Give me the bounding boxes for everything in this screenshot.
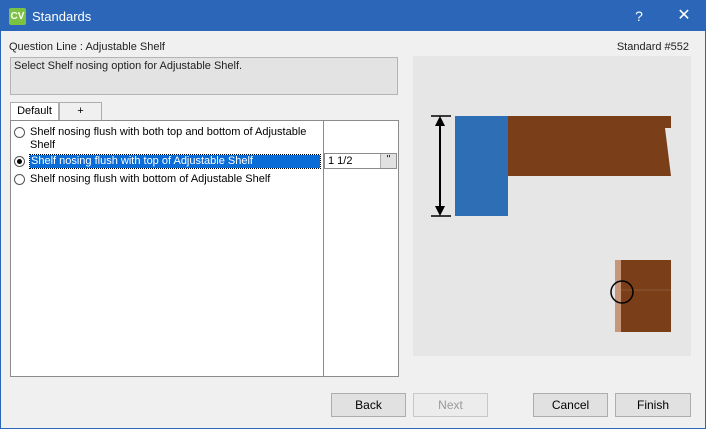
help-button[interactable]: ?	[625, 1, 653, 31]
arrow-bottom-icon	[435, 206, 445, 216]
option-flush-top[interactable]: Shelf nosing flush with top of Adjustabl…	[13, 154, 321, 169]
tab-default[interactable]: Default	[10, 102, 59, 122]
tab-add[interactable]: +	[59, 102, 102, 121]
option-flush-bottom[interactable]: Shelf nosing flush with bottom of Adjust…	[13, 173, 318, 186]
arrow-top-icon	[435, 116, 445, 126]
option-label: Shelf nosing flush with both top and bot…	[30, 126, 307, 151]
preview-panel	[413, 56, 691, 356]
shelf-detail	[621, 260, 671, 332]
finish-button[interactable]: Finish	[615, 393, 691, 417]
back-button[interactable]: Back	[331, 393, 406, 417]
option-label: Shelf nosing flush with bottom of Adjust…	[30, 173, 271, 185]
shelf-edge-detail	[615, 260, 621, 332]
option-flush-both[interactable]: Shelf nosing flush with both top and bot…	[13, 126, 318, 152]
cancel-button[interactable]: Cancel	[533, 393, 608, 417]
shelf-nosing	[455, 116, 508, 216]
question-line-label: Question Line : Adjustable Shelf	[9, 41, 165, 53]
app-logo-icon: CV	[9, 8, 26, 25]
close-button[interactable]: ✕	[667, 1, 701, 31]
options-list: Shelf nosing flush with both top and bot…	[10, 120, 399, 377]
standard-number-label: Standard #552	[616, 41, 689, 53]
window-title: Standards	[32, 9, 92, 24]
radio-button[interactable]	[14, 174, 25, 185]
title-bar: CV Standards ? ✕	[1, 1, 705, 31]
radio-button[interactable]	[14, 156, 25, 167]
nosing-value-text: 1 1/2	[328, 155, 353, 167]
unit-button[interactable]: "	[380, 154, 396, 168]
description-box: Select Shelf nosing option for Adjustabl…	[10, 57, 398, 95]
option-label: Shelf nosing flush with top of Adjustabl…	[29, 154, 321, 169]
shelf-diagram	[431, 115, 671, 332]
shelf-board	[508, 116, 671, 176]
standards-dialog: CV Standards ? ✕ Question Line : Adjusta…	[0, 0, 706, 429]
next-button[interactable]: Next	[413, 393, 488, 417]
radio-button[interactable]	[14, 127, 25, 138]
nosing-value-field[interactable]: 1 1/2 "	[324, 153, 397, 169]
